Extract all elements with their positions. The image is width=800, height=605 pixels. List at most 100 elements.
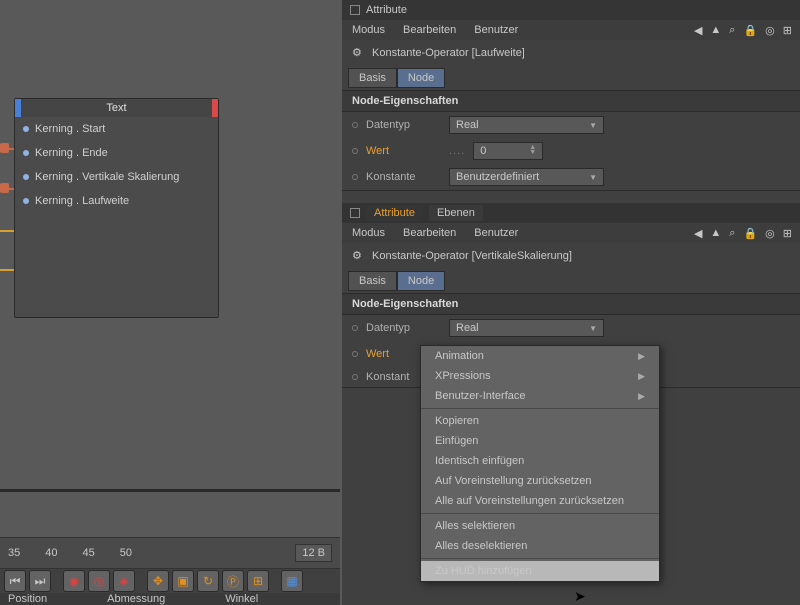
menu-label: Zu HUD hinzufügen [435,565,532,577]
param-key-button[interactable]: Ⓟ [222,570,244,592]
menu-select-all[interactable]: Alles selektieren [421,516,659,536]
status-bar: Position Abmessung Winkel [0,593,340,605]
panel-tab-attribute[interactable]: Attribute [366,205,423,221]
node-port[interactable]: Kerning . Start [15,117,218,141]
menu-reset[interactable]: Auf Voreinstellung zurücksetzen [421,471,659,491]
search-icon[interactable]: ⌕ [729,227,735,240]
menu-label: Benutzer-Interface [435,390,526,402]
target-icon[interactable]: ◎ [765,24,775,37]
new-icon[interactable]: ⊞ [783,227,792,240]
menu-add-to-hud[interactable]: Zu HUD hinzufügen [421,561,659,581]
nav-up-icon[interactable]: ▲ [710,24,721,37]
status-angle: Winkel [225,593,258,605]
mouse-cursor-icon: ➤ [574,588,586,605]
property-label: Wert [366,145,441,157]
anim-dot-icon[interactable] [352,148,358,154]
attribute-tabs: Basis Node [342,66,800,90]
keyframe-button[interactable]: ◈ [113,570,135,592]
property-label: Datentyp [366,119,441,131]
panel-tab-ebenen[interactable]: Ebenen [429,205,483,221]
nav-back-icon[interactable]: ◀ [694,24,702,37]
nav-back-icon[interactable]: ◀ [694,227,702,240]
menu-xpressions[interactable]: XPressions▶ [421,366,659,386]
tab-basis[interactable]: Basis [348,68,397,88]
menu-modus[interactable]: Modus [352,24,385,36]
pla-key-button[interactable]: ⊞ [247,570,269,592]
tab-basis[interactable]: Basis [348,271,397,291]
port-label: Kerning . Laufweite [35,195,129,207]
panel-toggle-icon[interactable] [350,5,360,15]
render-button[interactable]: ▦ [281,570,303,592]
rotate-key-button[interactable]: ↻ [197,570,219,592]
spinner-icon[interactable]: ▲▼ [529,145,536,157]
anim-dot-icon[interactable] [352,122,358,128]
port-label: Kerning . Vertikale Skalierung [35,171,179,183]
anim-dot-icon[interactable] [352,374,358,380]
menu-benutzer[interactable]: Benutzer [474,24,518,36]
lock-icon[interactable]: 🔒 [743,227,757,240]
menu-deselect-all[interactable]: Alles deselektieren [421,536,659,556]
menu-user-interface[interactable]: Benutzer-Interface▶ [421,386,659,406]
autokey-button[interactable]: ◎ [88,570,110,592]
property-label: Konstante [366,171,441,183]
menu-bearbeiten[interactable]: Bearbeiten [403,24,456,36]
node-port[interactable]: Kerning . Ende [15,141,218,165]
menu-copy[interactable]: Kopieren [421,411,659,431]
port-label: Kerning . Start [35,123,105,135]
target-icon[interactable]: ◎ [765,227,775,240]
move-key-button[interactable]: ✥ [147,570,169,592]
datatype-dropdown[interactable]: Real▼ [449,116,604,134]
object-header: ⚙ Konstante-Operator [Laufweite] [342,40,800,66]
menu-modus[interactable]: Modus [352,227,385,239]
search-icon[interactable]: ⌕ [729,24,735,37]
node-title-bar[interactable]: Text [15,99,218,117]
nav-up-icon[interactable]: ▲ [710,227,721,240]
timeline-ruler[interactable]: 35 40 45 50 12 B [0,537,340,569]
object-name: Konstante-Operator [VertikaleSkalierung] [372,250,572,262]
lock-icon[interactable]: 🔒 [743,24,757,37]
constant-dropdown[interactable]: Benutzerdefiniert▼ [449,168,604,186]
chevron-down-icon: ▼ [589,173,597,182]
gear-icon: ⚙ [352,46,366,60]
port-dot-icon [23,174,29,180]
menu-bearbeiten[interactable]: Bearbeiten [403,227,456,239]
dropdown-value: Real [456,119,479,131]
menu-label: Alle auf Voreinstellungen zurücksetzen [435,495,624,507]
tab-node[interactable]: Node [397,271,445,291]
node-input-port-bar [15,99,21,117]
tab-node[interactable]: Node [397,68,445,88]
anim-dot-icon[interactable] [352,174,358,180]
new-icon[interactable]: ⊞ [783,24,792,37]
panel-header[interactable]: Attribute [342,0,800,20]
node-port[interactable]: Kerning . Laufweite [15,189,218,213]
property-row: Wert.... 0▲▼ [342,138,800,164]
menu-paste-identical: Identisch einfügen [421,451,659,471]
anim-dot-icon[interactable] [352,351,358,357]
node-port[interactable]: Kerning . Vertikale Skalierung [15,165,218,189]
anim-dot-icon[interactable] [352,325,358,331]
attribute-tabs: Basis Node [342,269,800,293]
property-row: Datentyp Real▼ [342,112,800,138]
menu-animation[interactable]: Animation▶ [421,346,659,366]
scale-key-button[interactable]: ▣ [172,570,194,592]
datatype-dropdown[interactable]: Real▼ [449,319,604,337]
context-menu: Animation▶ XPressions▶ Benutzer-Interfac… [420,345,660,582]
property-row: Konstante Benutzerdefiniert▼ [342,164,800,190]
port-dot-icon [23,126,29,132]
panel-menubar: Modus Bearbeiten Benutzer ◀ ▲ ⌕ 🔒 ◎ ⊞ [342,20,800,40]
timeline-tick: 35 [8,547,20,559]
menu-label: Auf Voreinstellung zurücksetzen [435,475,592,487]
value-input[interactable]: 0▲▼ [473,142,543,160]
panel-toggle-icon[interactable] [350,208,360,218]
property-row: Datentyp Real▼ [342,315,800,341]
object-name: Konstante-Operator [Laufweite] [372,47,525,59]
panel-header[interactable]: Attribute Ebenen [342,203,800,223]
menu-benutzer[interactable]: Benutzer [474,227,518,239]
goto-end-button[interactable]: ⏭ [29,570,51,592]
timeline-tick: 45 [83,547,95,559]
record-button[interactable]: ◉ [63,570,85,592]
menu-reset-all[interactable]: Alle auf Voreinstellungen zurücksetzen [421,491,659,511]
node-window[interactable]: Text Kerning . Start Kerning . Ende Kern… [14,98,219,318]
frame-counter[interactable]: 12 B [295,544,332,562]
goto-start-button[interactable]: ⏮ [4,570,26,592]
